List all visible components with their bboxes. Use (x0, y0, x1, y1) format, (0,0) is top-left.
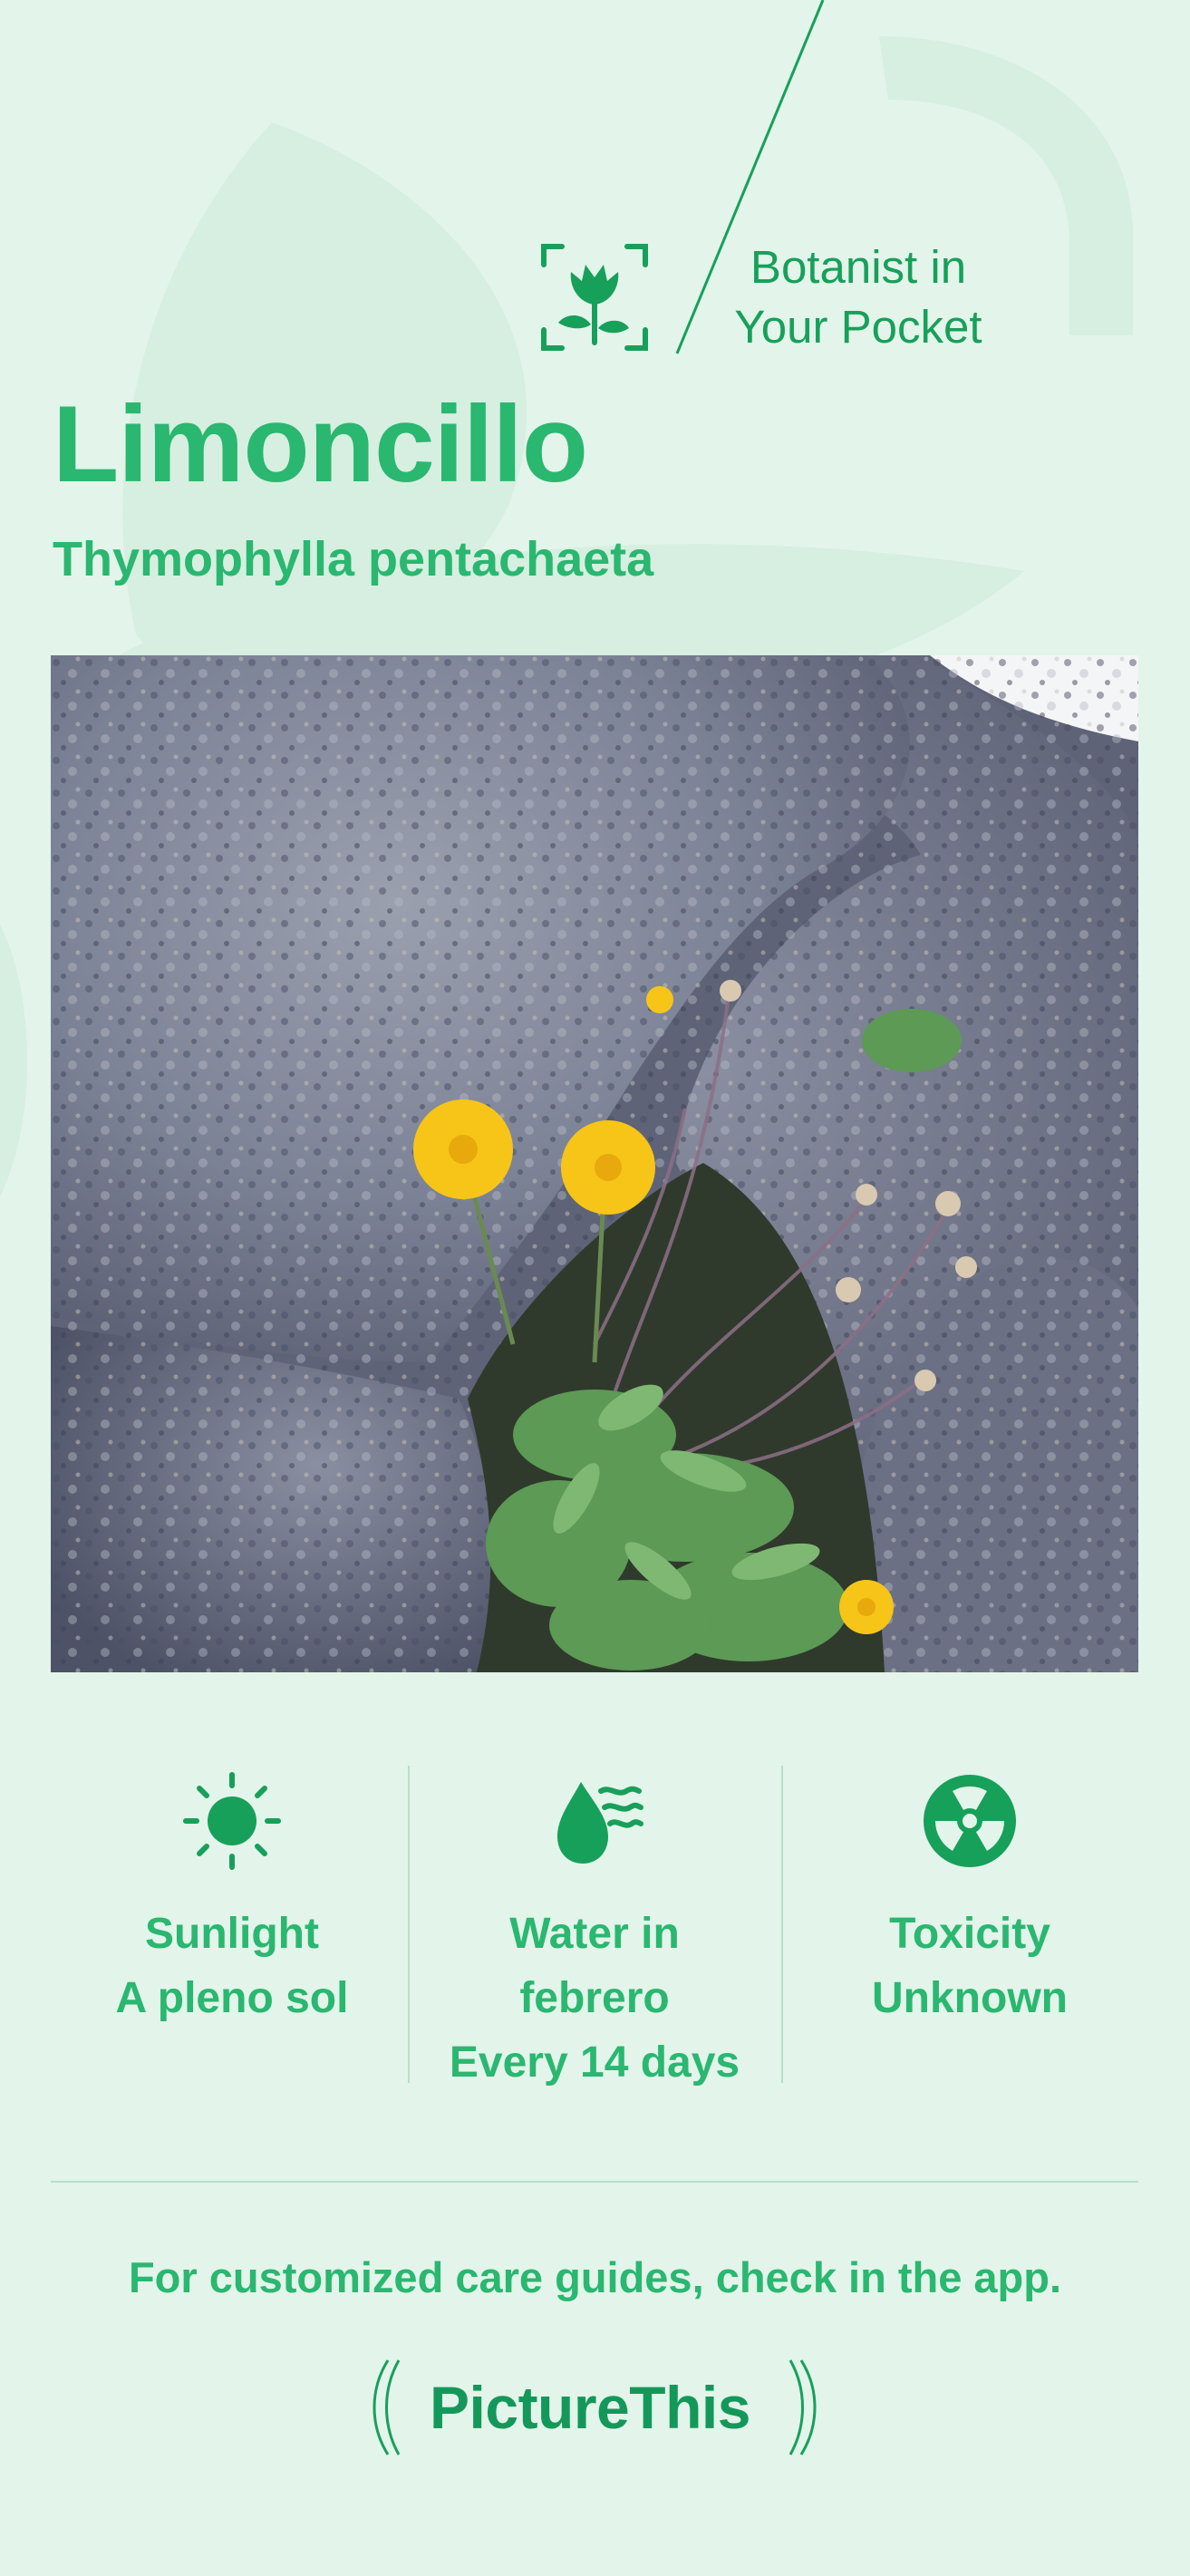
care-value: Unknown (872, 1974, 1068, 2022)
water-drop-icon (557, 1782, 643, 1864)
plant-scientific-name: Thymophylla pentachaeta (53, 532, 654, 586)
plant-care-card: Botanist in Your Pocket Limoncillo Thymo… (0, 0, 1190, 2576)
section-divider (51, 2181, 1138, 2183)
tagline-line-2: Your Pocket (734, 301, 982, 353)
picturethis-logo: PictureThis (368, 2353, 821, 2462)
care-label: Toxicity (889, 1910, 1050, 1958)
care-item-sunlight: Sunlight A pleno sol (51, 1766, 413, 2087)
care-divider (408, 1766, 410, 2083)
tagline-line-1: Botanist in (750, 241, 967, 293)
brand-tagline: Botanist in Your Pocket (718, 237, 999, 357)
plant-common-name: Limoncillo (53, 383, 588, 505)
care-info-section: Sunlight A pleno sol Water in febrero Ev… (51, 1766, 1138, 2087)
care-value: febrero (519, 1974, 670, 2022)
care-label: Sunlight (145, 1910, 319, 1958)
care-divider (781, 1766, 783, 2083)
sun-icon (183, 1772, 281, 1870)
plant-photo (51, 655, 1138, 1672)
care-item-water: Water in febrero Every 14 days (413, 1766, 776, 2087)
care-item-toxicity: Toxicity Unknown (788, 1766, 1151, 2087)
radiation-icon (924, 1775, 1016, 1867)
plant-photo-illustration (51, 655, 1138, 1672)
logo-wordmark: PictureThis (430, 2374, 750, 2441)
care-label: Water in (509, 1910, 680, 1958)
care-value-frequency: Every 14 days (449, 2039, 740, 2087)
app-promo-text: For customized care guides, check in the… (128, 2253, 1062, 2301)
care-value: A pleno sol (115, 1974, 349, 2022)
plant-scan-icon (541, 244, 648, 351)
